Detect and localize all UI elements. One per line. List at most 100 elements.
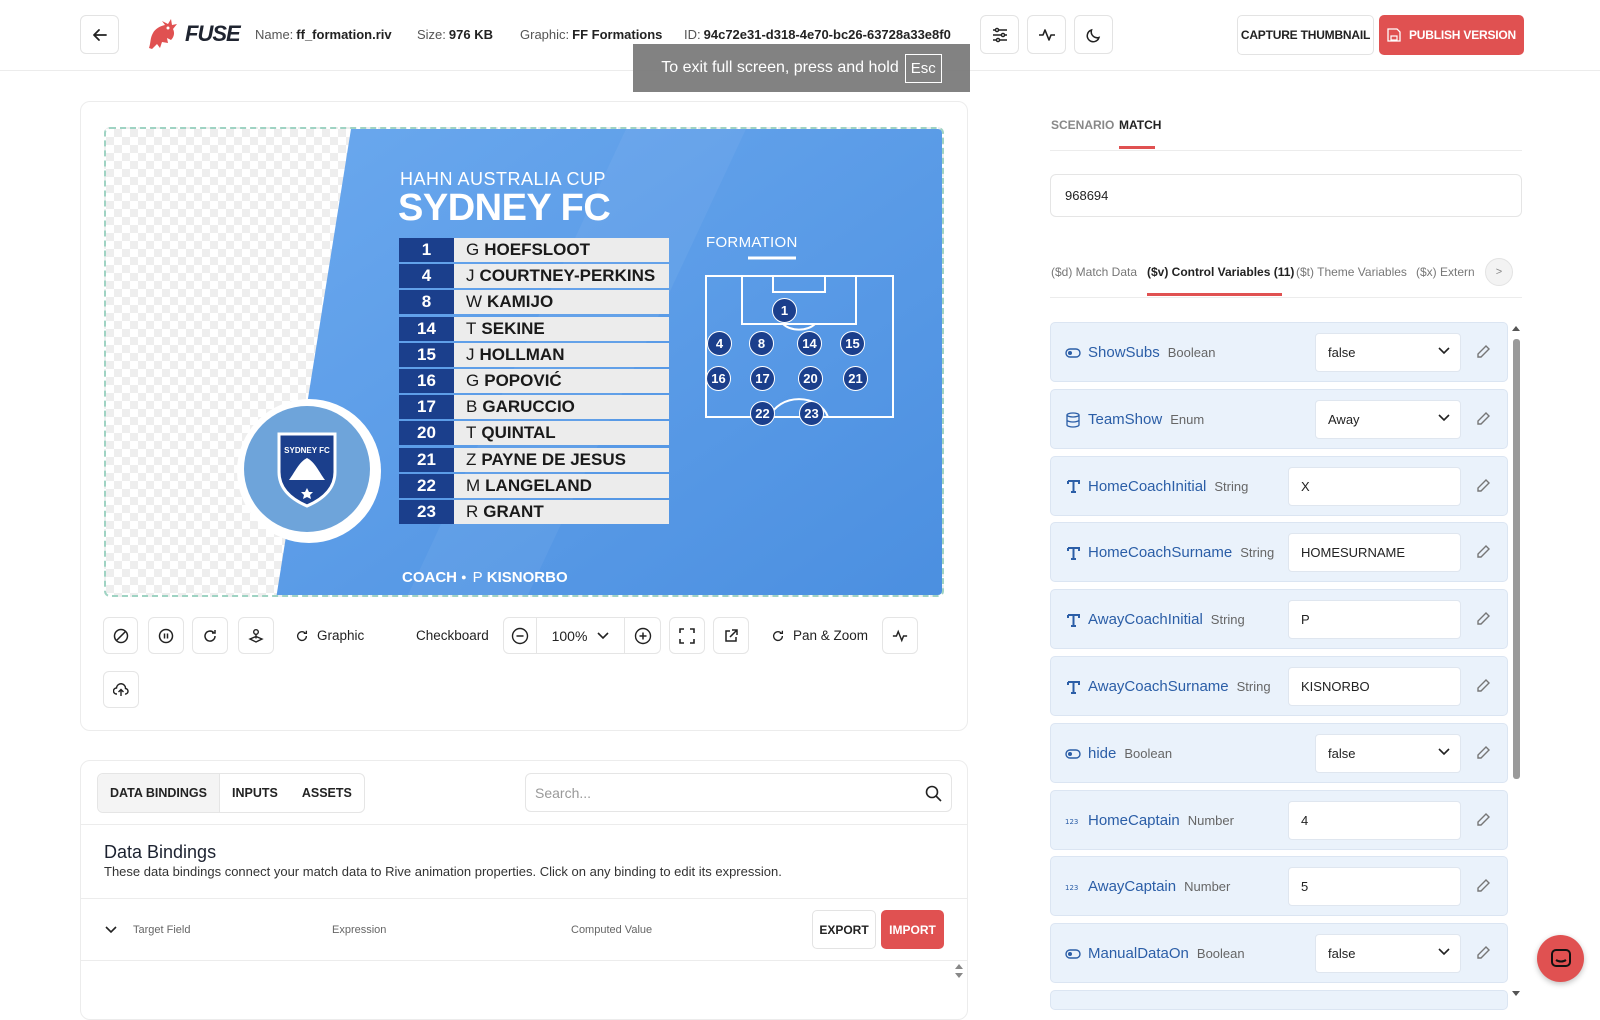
roster-row: 1 G HOEFSLOOT — [399, 238, 669, 262]
edit-pencil-icon[interactable] — [1473, 743, 1493, 763]
edit-pencil-icon[interactable] — [1473, 476, 1493, 496]
fullscreen-button[interactable] — [669, 617, 705, 654]
search-input[interactable] — [535, 784, 905, 801]
number-icon: 123 — [1065, 879, 1081, 895]
tab-match[interactable]: MATCH — [1119, 118, 1161, 132]
column-expression[interactable]: Expression — [332, 924, 386, 936]
formation-player-dot: 8 — [749, 331, 774, 356]
player-name: W KAMIJO — [454, 290, 669, 315]
search-icon[interactable] — [925, 785, 942, 802]
variable-row[interactable]: ShowSubs Boolean false — [1050, 322, 1508, 382]
back-button[interactable] — [80, 15, 119, 54]
variable-value-input[interactable]: KISNORBO — [1288, 667, 1461, 706]
checkboard-toggle[interactable]: Checkboard — [416, 617, 489, 654]
variable-row[interactable]: 123 AwayCaptain Number 5 — [1050, 856, 1508, 917]
tab-scenario[interactable]: SCENARIO — [1051, 118, 1114, 132]
tab-match-data[interactable]: ($d) Match Data — [1051, 265, 1137, 279]
joystick-icon — [248, 628, 264, 643]
variable-type: String — [1240, 545, 1275, 561]
match-id-input[interactable]: 968694 — [1050, 174, 1522, 217]
variable-type: Enum — [1170, 411, 1205, 427]
edit-pencil-icon[interactable] — [1473, 943, 1493, 963]
variable-value-input[interactable]: 4 — [1288, 800, 1461, 840]
player-name: G POPOVIĆ — [454, 368, 669, 393]
restart-button[interactable] — [192, 617, 228, 654]
pause-button[interactable] — [148, 617, 184, 654]
edit-pencil-icon[interactable] — [1473, 676, 1493, 696]
dark-mode-button[interactable] — [1074, 15, 1113, 54]
edit-pencil-icon[interactable] — [1473, 876, 1493, 896]
zoom-select[interactable]: 100% — [537, 618, 625, 653]
variable-row[interactable]: AwayCoachSurname String KISNORBO — [1050, 656, 1508, 716]
performance-button[interactable] — [882, 617, 918, 654]
text-icon — [1065, 679, 1081, 695]
tab-theme-variables[interactable]: ($t) Theme Variables — [1296, 265, 1407, 279]
variable-row[interactable]: TeamShow Enum Away — [1050, 388, 1508, 449]
variable-row[interactable]: hide Boolean false — [1050, 722, 1508, 783]
variable-value-input[interactable]: P — [1288, 600, 1461, 640]
export-button[interactable]: EXPORT — [812, 910, 876, 949]
graphic-mode-toggle[interactable]: Graphic — [295, 617, 364, 654]
variable-value: false — [1328, 946, 1356, 962]
variable-value-input[interactable]: HOMESURNAME — [1288, 533, 1461, 573]
chat-launcher-button[interactable] — [1537, 935, 1584, 982]
column-target-field[interactable]: Target Field — [133, 924, 190, 936]
settings-button[interactable] — [980, 15, 1019, 54]
player-name: B GARUCCIO — [454, 395, 669, 420]
edit-pencil-icon[interactable] — [1473, 342, 1493, 362]
player-name: J HOLLMAN — [454, 342, 669, 367]
resize-handle-icon[interactable] — [954, 962, 964, 980]
column-computed-value[interactable]: Computed Value — [571, 924, 652, 936]
formation-player-dot: 17 — [750, 366, 775, 391]
roster-row: 21 Z PAYNE DE JESUS — [399, 447, 669, 472]
variable-value-select[interactable]: false — [1315, 934, 1461, 974]
player-surname: COURTNEY-PERKINS — [479, 266, 656, 286]
pan-zoom-toggle[interactable]: Pan & Zoom — [771, 617, 868, 654]
player-surname: KAMIJO — [487, 292, 554, 312]
variable-row[interactable]: HomeCoachInitial String X — [1050, 455, 1508, 516]
tabs-next-button[interactable]: > — [1485, 258, 1513, 286]
variable-name-text: AwayCaptain — [1088, 878, 1177, 896]
variable-row[interactable]: ManualDataOn Boolean false — [1050, 923, 1508, 984]
activity-button[interactable] — [1027, 15, 1066, 54]
import-button[interactable]: IMPORT — [881, 910, 944, 949]
formation-player-dot: 20 — [798, 366, 823, 391]
zoom-out-button[interactable] — [504, 618, 537, 653]
graphic-canvas[interactable]: HAHN AUSTRALIA CUP SYDNEY FC 1 G HOEFSLOOT… — [104, 127, 944, 597]
edit-pencil-icon[interactable] — [1473, 409, 1493, 429]
player-number: 21 — [399, 447, 454, 472]
open-external-button[interactable] — [713, 617, 749, 654]
variable-row[interactable]: HomeCoachSurname String HOMESURNAME — [1050, 522, 1508, 583]
tab-external[interactable]: ($x) Extern — [1416, 265, 1475, 279]
tab-control-variables[interactable]: ($v) Control Variables (11) — [1147, 265, 1294, 279]
edit-pencil-icon[interactable] — [1473, 542, 1493, 562]
tab-data-bindings[interactable]: DATA BINDINGS — [98, 774, 220, 812]
size-value: 976 KB — [448, 27, 493, 42]
variable-row[interactable]: 123 HomeCaptain Number 4 — [1050, 789, 1508, 850]
chevron-down-icon[interactable] — [105, 926, 117, 934]
id-value: 94c72e31-d318-4e70-bc26-63728a33e8f0 — [703, 27, 951, 42]
publish-version-button[interactable]: PUBLISH VERSION — [1379, 15, 1524, 55]
variable-name-text: ShowSubs — [1088, 344, 1160, 361]
formation-player-dot: 21 — [843, 366, 868, 391]
variable-value-select[interactable]: false — [1315, 333, 1461, 372]
tab-assets[interactable]: ASSETS — [290, 774, 364, 812]
external-link-icon — [725, 628, 738, 642]
variable-row[interactable]: AwayCoachInitial String P — [1050, 589, 1508, 650]
variables-scrollbar[interactable] — [1510, 323, 1522, 1000]
disable-button[interactable] — [103, 617, 138, 654]
joystick-button[interactable] — [238, 617, 274, 654]
variable-value-input[interactable]: 5 — [1288, 867, 1461, 907]
size-label: Size: — [417, 27, 446, 42]
player-initial: G — [466, 240, 480, 259]
upload-button[interactable] — [103, 671, 139, 708]
formation-player-dot: 22 — [750, 401, 775, 426]
variable-value-select[interactable]: Away — [1315, 399, 1461, 439]
tab-inputs[interactable]: INPUTS — [220, 774, 290, 812]
zoom-in-button[interactable] — [625, 618, 660, 653]
capture-thumbnail-button[interactable]: CAPTURE THUMBNAIL — [1237, 15, 1374, 55]
edit-pencil-icon[interactable] — [1473, 609, 1493, 629]
edit-pencil-icon[interactable] — [1473, 810, 1493, 830]
variable-value-input[interactable]: X — [1288, 466, 1461, 506]
variable-value-select[interactable]: false — [1315, 733, 1461, 773]
